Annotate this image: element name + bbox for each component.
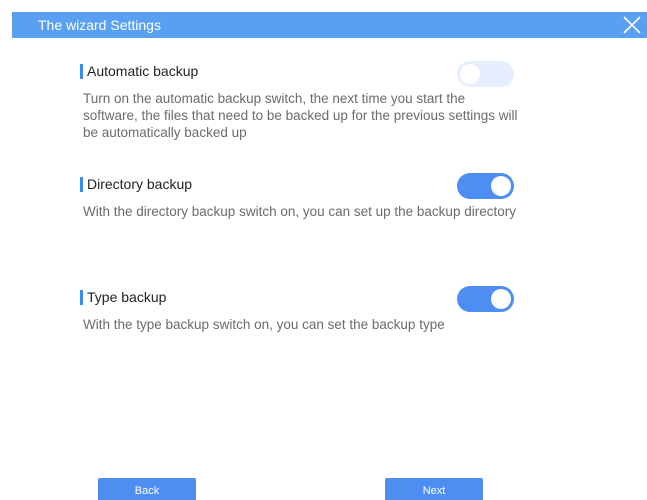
- automatic-backup-toggle[interactable]: [457, 61, 514, 87]
- directory-backup-section: Directory backup With the directory back…: [80, 175, 520, 220]
- toggle-knob: [491, 289, 511, 309]
- next-button[interactable]: Next: [385, 478, 483, 500]
- automatic-backup-section: Automatic backup Turn on the automatic b…: [80, 62, 520, 141]
- window-title: The wizard Settings: [38, 17, 161, 33]
- toggle-knob: [460, 64, 480, 84]
- toggle-knob: [491, 176, 511, 196]
- close-button[interactable]: [621, 14, 643, 36]
- directory-backup-toggle[interactable]: [457, 173, 514, 199]
- type-backup-section: Type backup With the type backup switch …: [80, 288, 520, 333]
- directory-backup-description: With the directory backup switch on, you…: [83, 204, 516, 219]
- automatic-backup-description: Turn on the automatic backup switch, the…: [83, 91, 518, 140]
- close-icon: [623, 16, 641, 34]
- type-backup-title: Type backup: [80, 288, 520, 306]
- type-backup-description: With the type backup switch on, you can …: [83, 317, 445, 332]
- automatic-backup-title: Automatic backup: [80, 62, 520, 80]
- back-button[interactable]: Back: [98, 478, 196, 500]
- type-backup-toggle[interactable]: [457, 286, 514, 312]
- wizard-settings-window: The wizard Settings Automatic backup Tur…: [0, 0, 647, 500]
- title-bar: The wizard Settings: [12, 12, 647, 38]
- directory-backup-title: Directory backup: [80, 175, 520, 193]
